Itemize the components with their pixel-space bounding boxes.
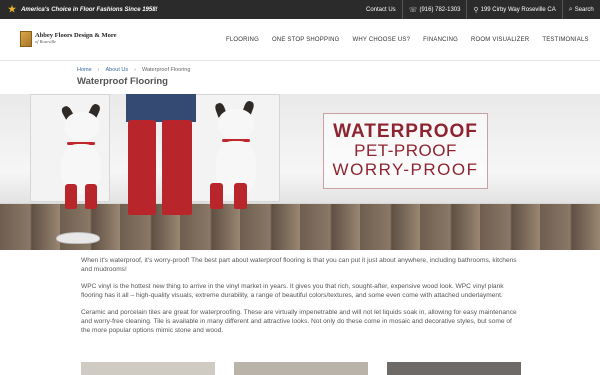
water-bowl <box>56 232 100 244</box>
breadcrumb-current: Waterproof Flooring <box>141 67 191 73</box>
contact-us-link[interactable]: Contact Us <box>360 0 402 19</box>
search-button[interactable]: ⌕ Search <box>561 0 600 19</box>
room-image <box>234 362 368 375</box>
phone-icon: ☏ <box>408 6 418 14</box>
phone-number: (916) 782-1303 <box>419 6 461 13</box>
hero-banner: WATERPROOF PET-PROOF WORRY-PROOF <box>0 94 600 250</box>
contact-us-label: Contact Us <box>366 6 396 13</box>
tagline-text: America's Choice in Floor Fashions Since… <box>21 6 158 13</box>
dog-head <box>65 112 99 140</box>
search-icon: ⌕ <box>568 5 573 13</box>
hero-tagline-box: WATERPROOF PET-PROOF WORRY-PROOF <box>323 113 488 189</box>
top-utility-bar: ★ America's Choice in Floor Fashions Sin… <box>0 0 600 19</box>
paragraph-wpc: WPC vinyl is the hottest new thing to ar… <box>81 282 504 300</box>
map-pin-icon: ⚲ <box>473 6 479 14</box>
hero-line-3: WORRY-PROOF <box>332 159 479 179</box>
dog-boot <box>210 183 223 209</box>
chevron-right-icon: › <box>97 67 100 73</box>
dog-boot <box>234 183 247 209</box>
rain-boot-left <box>128 120 156 215</box>
logo-mark-icon <box>20 31 32 47</box>
dog-right <box>210 99 270 214</box>
dog-left <box>55 102 115 214</box>
chevron-right-icon: › <box>134 67 136 73</box>
address-text: 199 Cirby Way Roseville CA <box>480 6 556 13</box>
main-content: When it's waterproof, it's worry-proof! … <box>81 256 521 343</box>
nav-why-choose-us[interactable]: WHY CHOOSE US? <box>352 37 410 43</box>
logo[interactable]: Abbey Floors Design & More of Roseville <box>20 31 116 47</box>
hero-line-1: WATERPROOF <box>333 121 478 143</box>
breadcrumb: Home › About Us › Waterproof Flooring <box>77 67 190 73</box>
paragraph-intro: When it's waterproof, it's worry-proof! … <box>81 257 517 274</box>
contact-bar: Contact Us ☏ (916) 782-1303 ⚲ 199 Cirby … <box>360 0 600 19</box>
star-icon: ★ <box>8 4 17 14</box>
dog-boot <box>85 184 97 209</box>
search-label: Search <box>574 6 594 13</box>
dog-boot <box>65 184 77 209</box>
hero-line-2: PET-PROOF <box>354 141 457 161</box>
paragraph-tile: Ceramic and porcelain tiles are great fo… <box>81 308 517 335</box>
rain-boot-right <box>162 120 192 215</box>
breadcrumb-about[interactable]: About Us <box>106 67 129 73</box>
image-strip <box>81 362 521 375</box>
logo-subtitle: of Roseville <box>35 39 57 45</box>
address-link[interactable]: ⚲ 199 Cirby Way Roseville CA <box>466 0 561 19</box>
tagline: ★ America's Choice in Floor Fashions Sin… <box>8 0 158 19</box>
room-image <box>81 362 215 375</box>
main-nav: FLOORING ONE STOP SHOPPING WHY CHOOSE US… <box>226 19 589 61</box>
breadcrumb-home[interactable]: Home <box>77 67 92 73</box>
nav-testimonials[interactable]: TESTIMONIALS <box>542 37 588 43</box>
nav-room-visualizer[interactable]: ROOM VISUALIZER <box>471 37 529 43</box>
site-header: Abbey Floors Design & More of Roseville … <box>0 19 600 61</box>
jeans <box>126 94 196 122</box>
nav-one-stop-shopping[interactable]: ONE STOP SHOPPING <box>272 37 340 43</box>
room-image <box>387 362 521 375</box>
page-title: Waterproof Flooring <box>77 76 168 87</box>
dog-head <box>218 109 254 139</box>
nav-flooring[interactable]: FLOORING <box>226 37 259 43</box>
nav-financing[interactable]: FINANCING <box>423 37 458 43</box>
phone-link[interactable]: ☏ (916) 782-1303 <box>401 0 467 19</box>
